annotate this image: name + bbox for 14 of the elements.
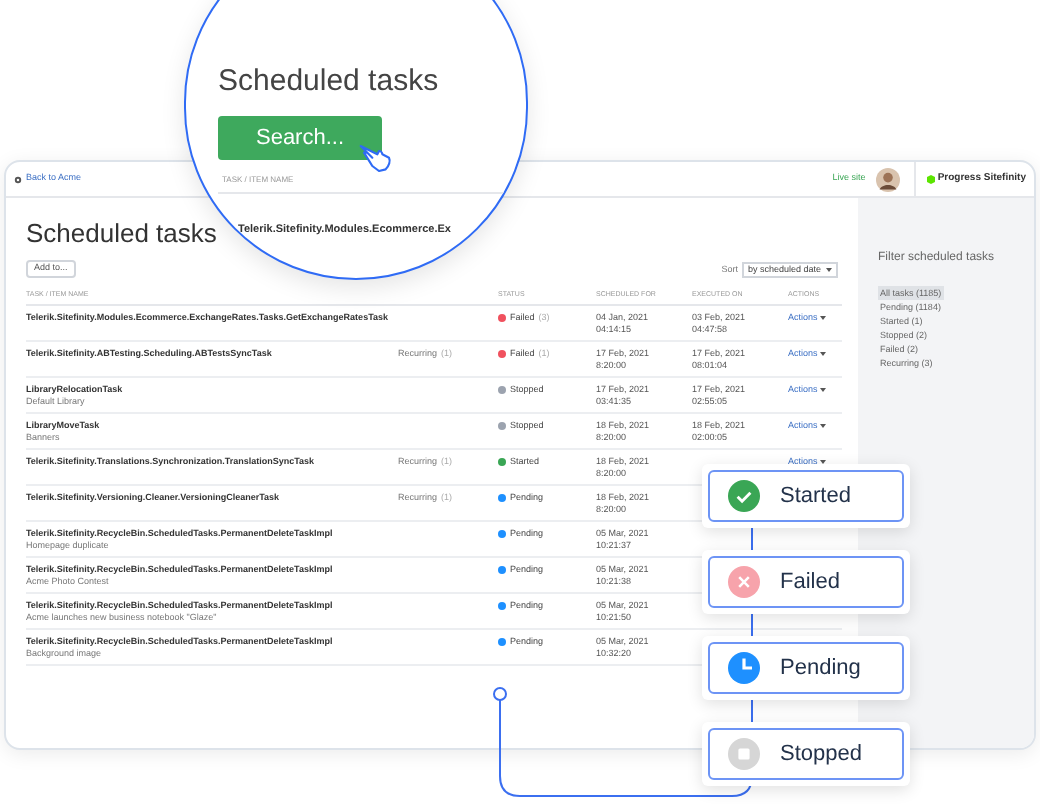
caret-icon xyxy=(819,388,826,392)
search-button[interactable]: Search... xyxy=(218,116,382,161)
magnified-title: Scheduled tasks xyxy=(218,64,441,100)
caret-icon xyxy=(819,316,826,320)
status-label: Started xyxy=(780,481,851,512)
caret-icon xyxy=(819,352,826,356)
avatar[interactable] xyxy=(875,167,900,191)
status-label: Failed xyxy=(780,567,840,598)
logo-icon xyxy=(925,174,936,184)
status-label: Pending xyxy=(780,653,861,684)
status-label: Stopped xyxy=(780,739,862,770)
caret-icon xyxy=(819,424,826,428)
caret-icon xyxy=(826,268,832,272)
page-title: Scheduled tasks xyxy=(26,218,217,250)
